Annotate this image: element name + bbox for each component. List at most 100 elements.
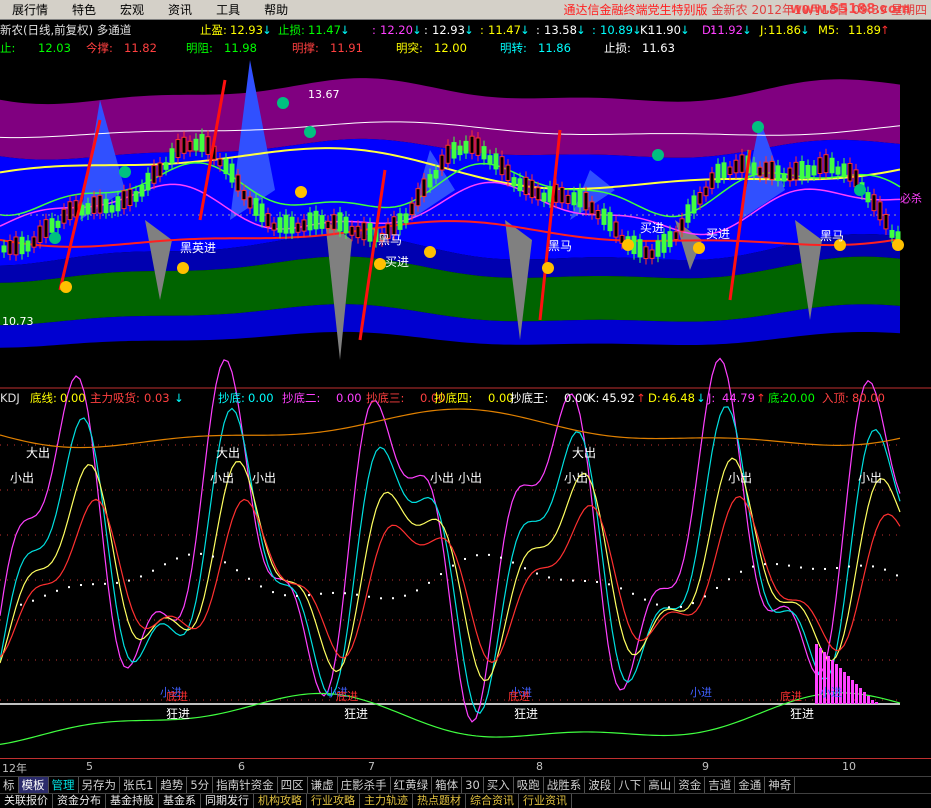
formula-tabs: 标模板 管理 另存为 张氏1 趋势 5分 指南针资金 四区 谦虚 庄影杀手 红黄绿 箱体 30 买入 吸跑战…	[0, 776, 931, 793]
dot-marker	[224, 561, 226, 564]
indicator-signal: 小出	[10, 471, 34, 485]
indicator-label: 主力吸货:	[90, 391, 140, 405]
tab-info-3[interactable]: 基金系	[159, 794, 201, 808]
price-field-arrow: ↓	[520, 23, 530, 37]
tab-info-4[interactable]: 同期发行	[201, 794, 254, 808]
stock-name: 金新农	[711, 3, 748, 17]
tab-info-8[interactable]: 热点题材	[413, 794, 466, 808]
tab-formula-22[interactable]: 金通	[735, 777, 766, 793]
bottom-in-signal: 底进	[166, 689, 188, 703]
chart-canvas[interactable]: 黑英进黑马买进黑马买进 买进 黑马13.6710.73必杀 大出 大出 大出小出 小出 小出…	[0, 20, 931, 758]
tab-formula-7[interactable]: 指南针资金	[213, 777, 278, 793]
menu-quotes[interactable]: 展行情	[0, 1, 60, 18]
signal-label: 买进	[385, 255, 409, 269]
tab-info-6[interactable]: 行业攻略	[307, 794, 360, 808]
tab-formula-2[interactable]: 管理	[49, 777, 79, 793]
tab-formula-20[interactable]: 资金	[675, 777, 706, 793]
indicator-label: 抄底王:	[510, 391, 549, 405]
tab-formula-1[interactable]: 模板	[18, 777, 49, 793]
dot-marker	[92, 583, 94, 586]
candle-body	[523, 176, 529, 196]
indicator-label: 抄底三:	[366, 391, 405, 405]
indicator-label: 入顶:	[822, 391, 849, 405]
tab-formula-18[interactable]: 八下	[615, 777, 646, 793]
dot-marker	[536, 572, 538, 575]
indicator-value: 0.00	[336, 391, 362, 405]
candle-body	[49, 218, 55, 233]
price-field-arrow: ↑	[880, 23, 890, 37]
tab-formula-17[interactable]: 波段	[585, 777, 616, 793]
tab-info-9[interactable]: 综合资讯	[466, 794, 519, 808]
candle-body	[811, 165, 817, 176]
indicator-label: D:	[648, 391, 661, 405]
date-label: 9	[702, 760, 709, 773]
tab-info-7[interactable]: 主力轨迹	[360, 794, 413, 808]
dot-marker	[380, 597, 382, 600]
dot-marker	[812, 567, 814, 570]
sell-signal-icon	[752, 121, 764, 133]
tab-formula-4[interactable]: 张氏1	[120, 777, 158, 793]
tab-formula-6[interactable]: 5分	[187, 777, 214, 793]
price-field-value: 11.47	[488, 23, 521, 37]
dot-marker	[260, 585, 262, 588]
dot-marker	[848, 565, 850, 568]
bottom-in-signal: 底进	[780, 689, 802, 703]
tab-formula-15[interactable]: 吸跑	[514, 777, 544, 793]
tab-formula-19[interactable]: 高山	[645, 777, 676, 793]
candle-body	[883, 213, 889, 230]
candle-body	[841, 163, 847, 178]
low-price-label: 10.73	[2, 315, 34, 328]
tab-info-10[interactable]: 行业资讯	[519, 794, 572, 808]
dot-marker	[188, 553, 190, 556]
candle-body	[397, 213, 403, 230]
dot-marker	[488, 553, 490, 556]
dot-marker	[320, 592, 322, 595]
histogram-bar	[867, 696, 870, 704]
tab-formula-13[interactable]: 30	[462, 777, 484, 793]
menu-news[interactable]: 资讯	[156, 1, 204, 18]
price-level-label: 明突:	[396, 41, 423, 55]
menu-tools[interactable]: 工具	[204, 1, 252, 18]
dot-marker	[272, 591, 274, 594]
tab-formula-9[interactable]: 谦虚	[308, 777, 338, 793]
bottom-line	[0, 692, 901, 746]
tab-formula-10[interactable]: 庄影杀手	[338, 777, 391, 793]
tab-formula-11[interactable]: 红黄绿	[391, 777, 433, 793]
tab-formula-16[interactable]: 战胜系	[544, 777, 586, 793]
crazy-in-signal: 狂进	[166, 707, 190, 721]
tab-formula-8[interactable]: 四区	[278, 777, 308, 793]
dot-marker	[116, 581, 118, 584]
tab-info-5[interactable]: 机构攻略	[254, 794, 307, 808]
tab-formula-21[interactable]: 吉道	[705, 777, 736, 793]
tab-formula-23[interactable]: 神奇	[765, 777, 796, 793]
candle-body	[349, 225, 355, 236]
candle-body	[259, 203, 265, 223]
candle-body	[289, 216, 295, 234]
price-field-value: 12.93	[230, 23, 263, 37]
tab-info-1[interactable]: 资金分布	[53, 794, 106, 808]
tab-info-2[interactable]: 基金持股	[106, 794, 159, 808]
dot-marker	[800, 566, 802, 569]
indicator-arrow: ↑	[756, 391, 766, 405]
menu-help[interactable]: 帮助	[252, 1, 300, 18]
menu-macro[interactable]: 宏观	[108, 1, 156, 18]
candle-body	[661, 233, 667, 253]
indicator-label: J:	[708, 391, 716, 405]
tab-info-0[interactable]: 关联报价	[0, 794, 53, 808]
tab-formula-5[interactable]: 趋势	[157, 777, 188, 793]
indicator-label: 底线:	[30, 391, 57, 405]
tab-formula-14[interactable]: 买入	[484, 777, 514, 793]
tab-formula-3[interactable]: 另存为	[79, 777, 120, 793]
kdj-indicator-chart[interactable]: 大出 大出 大出小出 小出 小出 小出 小出 小出 小出 小出小进 小进 小进 小进 小进底进 底进 底进 底进…	[0, 357, 901, 746]
bottom-in-signal: 底进	[336, 689, 358, 703]
tab-formula-12[interactable]: 箱体	[432, 777, 463, 793]
price-chart[interactable]: 黑英进黑马买进黑马买进 买进 黑马13.6710.73必杀	[0, 60, 931, 389]
price-level-label: 明转:	[500, 41, 527, 55]
tab-formula-0[interactable]: 标	[0, 777, 19, 793]
candle-body	[103, 198, 109, 214]
menu-features[interactable]: 特色	[60, 1, 108, 18]
indicator-value: 0.00	[248, 391, 274, 405]
dot-marker	[548, 576, 550, 579]
chart-title: 新农(日线,前复权) 多通道	[0, 23, 132, 37]
candle-body	[775, 165, 781, 182]
